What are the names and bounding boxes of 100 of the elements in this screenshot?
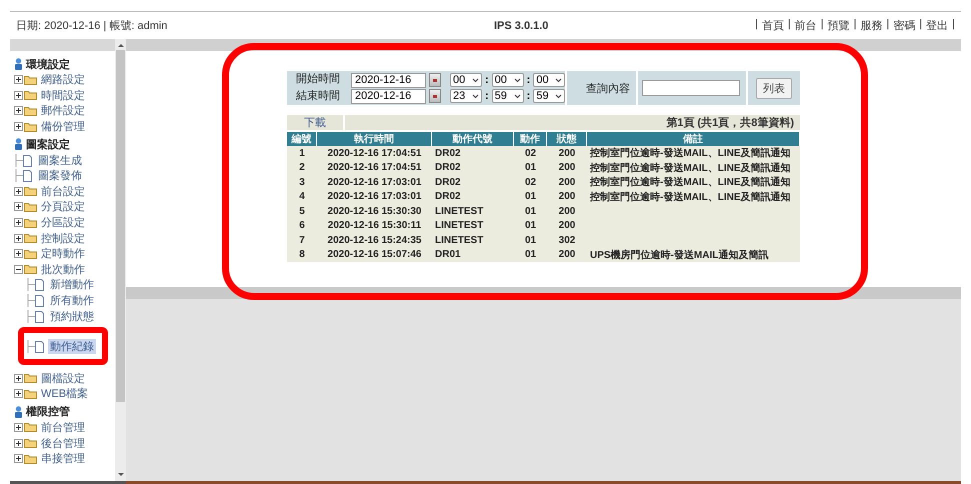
time-select[interactable]: 23 bbox=[450, 89, 482, 103]
sidebar-item[interactable]: 新增動作 bbox=[48, 277, 96, 292]
folder-icon bbox=[24, 74, 37, 85]
time-select[interactable]: 00 bbox=[533, 73, 566, 87]
user-icon bbox=[14, 138, 23, 150]
tree-page-icon bbox=[14, 154, 34, 167]
nav-link[interactable]: 首頁 bbox=[762, 18, 784, 33]
table-cell: 200 bbox=[547, 248, 587, 262]
time-separator: : bbox=[485, 90, 489, 102]
sidebar-item[interactable]: 串接管理 bbox=[39, 451, 87, 466]
tree-page-icon bbox=[26, 278, 46, 292]
sidebar-item[interactable]: 批次動作 bbox=[39, 262, 87, 277]
sidebar-item[interactable]: 定時動作 bbox=[39, 246, 87, 262]
expand-icon[interactable] bbox=[14, 202, 23, 212]
expand-icon[interactable] bbox=[14, 75, 23, 84]
list-button[interactable]: 列表 bbox=[756, 78, 792, 98]
expand-icon[interactable] bbox=[14, 438, 23, 448]
expand-icon[interactable] bbox=[14, 422, 23, 432]
sidebar-item[interactable]: 圖檔設定 bbox=[39, 370, 87, 386]
chevron-down-icon bbox=[472, 78, 479, 82]
sidebar-group-title: 環境設定 bbox=[26, 58, 70, 72]
expand-icon[interactable] bbox=[14, 389, 23, 398]
sidebar-item[interactable]: 前台設定 bbox=[39, 184, 87, 199]
table-cell: 控制室門位逾時-發送MAIL、LINE及簡訊通知 bbox=[587, 175, 800, 190]
calendar-button[interactable] bbox=[429, 89, 441, 103]
calendar-button[interactable] bbox=[429, 73, 441, 87]
sidebar-item[interactable]: 動作紀錄 bbox=[48, 339, 96, 354]
sidebar-item[interactable]: 預約狀態 bbox=[48, 308, 96, 324]
nav-link[interactable]: 服務 bbox=[860, 18, 882, 33]
expand-icon[interactable] bbox=[14, 374, 23, 383]
sidebar-item[interactable]: 網路設定 bbox=[39, 72, 87, 88]
scroll-down-icon[interactable] bbox=[118, 472, 124, 478]
separator-text: | bbox=[919, 18, 922, 32]
sidebar-item[interactable]: 郵件設定 bbox=[39, 103, 87, 118]
separator-text: | bbox=[952, 18, 955, 32]
time-select[interactable]: 59 bbox=[533, 89, 566, 103]
expand-icon[interactable] bbox=[14, 218, 23, 228]
query-field[interactable] bbox=[642, 80, 740, 96]
expand-icon[interactable] bbox=[14, 90, 23, 100]
sidebar-item[interactable]: 前台管理 bbox=[39, 420, 87, 435]
table-cell: 控制室門位逾時-發送MAIL、LINE及簡訊通知 bbox=[587, 146, 800, 160]
folder-icon bbox=[24, 264, 37, 274]
sidebar-item[interactable]: WEB檔案 bbox=[39, 386, 90, 402]
scrollbar[interactable] bbox=[115, 39, 126, 481]
tree-page-icon bbox=[14, 169, 34, 182]
table-cell: 200 bbox=[547, 160, 587, 175]
sidebar-item[interactable]: 所有動作 bbox=[48, 293, 96, 308]
separator-text: | bbox=[788, 18, 791, 32]
version-text: IPS 3.0.1.0 bbox=[494, 20, 548, 32]
sidebar-item[interactable]: 時間設定 bbox=[39, 88, 87, 103]
table-cell: 2020-12-16 17:04:51 bbox=[317, 160, 432, 175]
collapse-icon[interactable] bbox=[14, 264, 23, 274]
sidebar-item[interactable]: 分區設定 bbox=[39, 215, 87, 230]
table-cell: 控制室門位逾時-發送MAIL、LINE及簡訊通知 bbox=[587, 190, 800, 204]
sidebar-item[interactable]: 後台管理 bbox=[39, 436, 87, 451]
table-cell: 3 bbox=[287, 175, 317, 190]
expand-icon[interactable] bbox=[14, 186, 23, 196]
column-header: 動作 bbox=[514, 132, 547, 146]
table-cell: 6 bbox=[287, 218, 317, 233]
sidebar-item[interactable]: 控制設定 bbox=[39, 230, 87, 246]
expand-icon[interactable] bbox=[14, 122, 23, 132]
table-cell: 2020-12-16 17:03:01 bbox=[317, 175, 432, 190]
chevron-down-icon bbox=[514, 94, 521, 98]
date-account-text: 日期: 2020-12-16 | 帳號: admin bbox=[16, 19, 168, 33]
time-select[interactable]: 00 bbox=[450, 73, 482, 87]
download-link[interactable]: 下載 bbox=[287, 115, 345, 130]
sidebar-group-title: 圖案設定 bbox=[26, 137, 70, 152]
folder-icon bbox=[24, 233, 37, 244]
time-select[interactable]: 59 bbox=[492, 89, 524, 103]
table-cell: LINETEST bbox=[432, 233, 514, 248]
expand-icon[interactable] bbox=[14, 234, 23, 243]
date-field[interactable]: 2020-12-16 bbox=[351, 88, 426, 104]
folder-icon bbox=[24, 202, 37, 212]
table-cell: 01 bbox=[514, 190, 547, 204]
date-field[interactable]: 2020-12-16 bbox=[351, 72, 426, 88]
table-cell: 01 bbox=[514, 204, 547, 218]
folder-icon bbox=[24, 218, 37, 228]
scroll-up-icon[interactable] bbox=[118, 42, 124, 48]
table-cell: 200 bbox=[547, 218, 587, 233]
folder-icon bbox=[24, 388, 37, 399]
folder-icon bbox=[24, 122, 37, 132]
time-select[interactable]: 00 bbox=[492, 73, 524, 87]
expand-icon[interactable] bbox=[14, 249, 23, 258]
chevron-down-icon bbox=[472, 94, 479, 98]
tree-page-icon bbox=[26, 294, 46, 308]
table-cell: 200 bbox=[547, 146, 587, 160]
expand-icon[interactable] bbox=[14, 454, 23, 464]
separator-text: | bbox=[820, 18, 824, 32]
nav-link[interactable]: 預覽 bbox=[828, 18, 850, 33]
sidebar-item[interactable]: 圖案生成 bbox=[36, 152, 84, 168]
nav-link[interactable]: 密碼 bbox=[893, 18, 916, 33]
table-cell: LINETEST bbox=[432, 218, 514, 233]
column-header: 編號 bbox=[287, 132, 317, 146]
nav-link[interactable]: 登出 bbox=[926, 18, 948, 33]
column-header: 備註 bbox=[587, 132, 800, 146]
sidebar-item[interactable]: 分頁設定 bbox=[39, 199, 87, 214]
sidebar-item[interactable]: 圖案發佈 bbox=[36, 168, 84, 184]
sidebar-item[interactable]: 備份管理 bbox=[39, 119, 87, 134]
nav-link[interactable]: 前台 bbox=[794, 18, 817, 33]
expand-icon[interactable] bbox=[14, 106, 23, 116]
